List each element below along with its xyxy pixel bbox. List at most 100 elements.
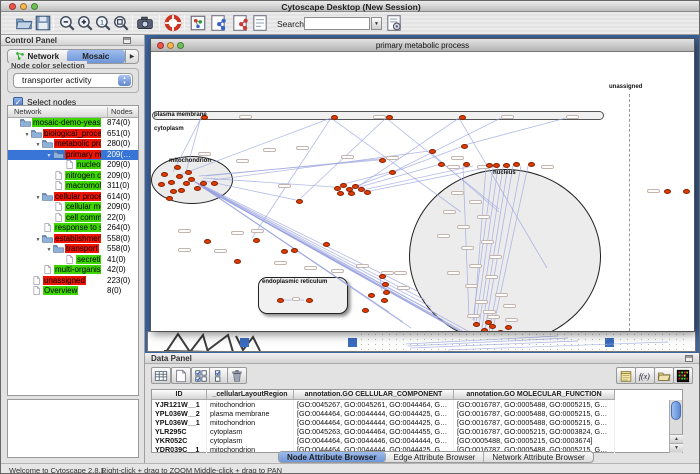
graph-node[interactable] <box>683 189 690 194</box>
graph-node[interactable] <box>174 165 181 170</box>
graph-node[interactable] <box>386 115 393 120</box>
tree-row-multi-organism-pro[interactable]: multi-organism pro42(0) <box>8 265 138 276</box>
graph-node[interactable] <box>253 238 260 243</box>
table-row[interactable]: YPL036W__2plasma membrane[GO:0044464, GO… <box>152 409 615 418</box>
help-icon[interactable] <box>164 14 182 32</box>
column-header-1[interactable]: _cellularLayoutRegion <box>207 390 294 400</box>
tree-row-macromolecule[interactable]: macromolecule311(0) <box>8 181 138 192</box>
tree-row-biological-process[interactable]: ▼biological_process651(0) <box>8 129 138 140</box>
search-combo-arrow[interactable]: ▼ <box>371 17 382 30</box>
unselect-attributes-icon[interactable] <box>209 367 229 384</box>
graph-node[interactable] <box>296 199 303 204</box>
column-header-3[interactable]: annotation.GO MOLECULAR_FUNCTION <box>454 390 615 400</box>
tree-row-metabolic-process[interactable]: ▼metabolic process280(0) <box>8 139 138 150</box>
table-scrollbar[interactable]: ▲ ▼ <box>669 400 682 453</box>
graph-node[interactable] <box>161 172 168 177</box>
table-row[interactable]: YKR052Ccytoplasm[GO:0044464, GO:0044446,… <box>152 436 615 445</box>
scrollbar-thumb[interactable] <box>671 401 681 420</box>
graph-node[interactable] <box>473 322 480 327</box>
zoom-in-icon[interactable] <box>76 14 94 32</box>
function-icon[interactable]: f(x) <box>635 367 655 384</box>
table-icon[interactable] <box>151 367 171 384</box>
tree-row-primary-metabo[interactable]: ▼primary metabo209(… <box>8 150 138 161</box>
graph-node[interactable] <box>664 189 671 194</box>
graph-node[interactable] <box>513 162 520 167</box>
heatmap-icon[interactable] <box>673 367 693 384</box>
graph-node[interactable] <box>368 293 375 298</box>
tree-row-unassigned[interactable]: unassigned223(0) <box>8 276 138 287</box>
zoom-fit-icon[interactable]: 1 <box>94 14 112 32</box>
float-panel-icon[interactable] <box>123 37 131 44</box>
graph-node[interactable] <box>178 188 185 193</box>
graph-node[interactable] <box>166 196 173 201</box>
tree-row-response-to-stimulu[interactable]: response to stimulu264(0) <box>8 223 138 234</box>
tree-row-secretion[interactable]: secretion41(0) <box>8 255 138 266</box>
annotation-icon[interactable] <box>251 14 269 32</box>
graph-node[interactable] <box>362 308 369 313</box>
tree-row-nitrogen-compo[interactable]: nitrogen compo209(0) <box>8 171 138 182</box>
graph-node[interactable] <box>183 181 190 186</box>
tab-edge-attribute-browser[interactable]: Edge Attribute Browser <box>386 452 485 462</box>
network-overlay-red-icon[interactable] <box>231 14 249 32</box>
tree-row-cellular-process[interactable]: ▼cellular process614(0) <box>8 192 138 203</box>
graph-node[interactable] <box>379 158 386 163</box>
graph-node[interactable] <box>281 249 288 254</box>
graph-node[interactable] <box>188 177 195 182</box>
graph-node[interactable] <box>337 191 344 196</box>
graph-node[interactable] <box>381 298 388 303</box>
graph-node[interactable] <box>211 181 218 186</box>
graph-node[interactable] <box>485 320 492 325</box>
scroll-down-button[interactable]: ▼ <box>670 443 683 452</box>
graph-node[interactable] <box>176 174 183 179</box>
node-color-select[interactable]: transporter activity ▲▼ <box>13 73 133 88</box>
network-window-titlebar[interactable]: primary metabolic process <box>151 39 694 52</box>
tree-row-mosaic-demo-yeast[interactable]: mosaic-demo-yeast874(0) <box>8 118 138 129</box>
graph-node[interactable] <box>382 282 389 287</box>
graph-node[interactable] <box>277 298 284 303</box>
graph-node[interactable] <box>331 115 338 120</box>
tab-overflow-arrow[interactable]: ▶ <box>125 50 138 63</box>
table-row[interactable]: YPL036W__1mitochondrion[GO:0044464, GO:0… <box>152 418 615 427</box>
graph-node[interactable] <box>234 259 241 264</box>
save-icon[interactable] <box>34 14 52 32</box>
graph-node[interactable] <box>438 162 445 167</box>
graph-node[interactable] <box>194 186 201 191</box>
open-icon[interactable] <box>15 14 33 32</box>
vizmapper-icon[interactable] <box>189 14 207 32</box>
graph-node[interactable] <box>503 163 510 168</box>
table-row[interactable]: YJR121W__1mitochondrion[GO:0045267, GO:0… <box>152 400 615 409</box>
zoom-selected-icon[interactable] <box>112 14 130 32</box>
graph-node[interactable] <box>486 163 493 168</box>
table-row[interactable]: YLR295Ccytoplasm[GO:0045263, GO:0044464,… <box>152 427 615 436</box>
graph-node[interactable] <box>493 163 500 168</box>
graph-node[interactable] <box>497 330 504 331</box>
delete-icon[interactable] <box>227 367 247 384</box>
graph-node[interactable] <box>389 170 396 175</box>
birdseye-view[interactable] <box>7 399 139 458</box>
graph-node[interactable] <box>505 325 512 330</box>
select-attributes-icon[interactable] <box>191 367 211 384</box>
background-network-window[interactable] <box>147 331 696 352</box>
graph-node[interactable] <box>185 170 192 175</box>
graph-node[interactable] <box>364 190 371 195</box>
graph-node[interactable] <box>463 162 470 167</box>
graph-node[interactable] <box>459 115 466 120</box>
graph-node[interactable] <box>200 181 207 186</box>
graph-node[interactable] <box>204 239 211 244</box>
tab-network-attribute-browser[interactable]: Network Attribute Browser <box>484 452 592 462</box>
graph-node[interactable] <box>461 144 468 149</box>
graph-node[interactable] <box>379 274 386 279</box>
graph-node[interactable] <box>306 298 313 303</box>
open-folder-icon[interactable] <box>654 367 674 384</box>
graph-node[interactable] <box>348 191 355 196</box>
snapshot-icon[interactable] <box>136 14 154 32</box>
graph-node[interactable] <box>429 149 436 154</box>
column-header-0[interactable]: ID <box>152 390 207 400</box>
column-header-2[interactable]: annotation.GO CELLULAR_COMPONENT <box>294 390 454 400</box>
tree-row-establishment-of-lo[interactable]: ▼establishment of lo558(0) <box>8 234 138 245</box>
notepad-icon[interactable] <box>616 367 636 384</box>
doc-settings-icon[interactable] <box>385 14 403 32</box>
tree-row-cell-communicat[interactable]: cell communicat22(0) <box>8 213 138 224</box>
tab-node-attribute-browser[interactable]: Node Attribute Browser <box>279 452 386 462</box>
tree-row-overview[interactable]: Overview8(0) <box>8 286 138 297</box>
